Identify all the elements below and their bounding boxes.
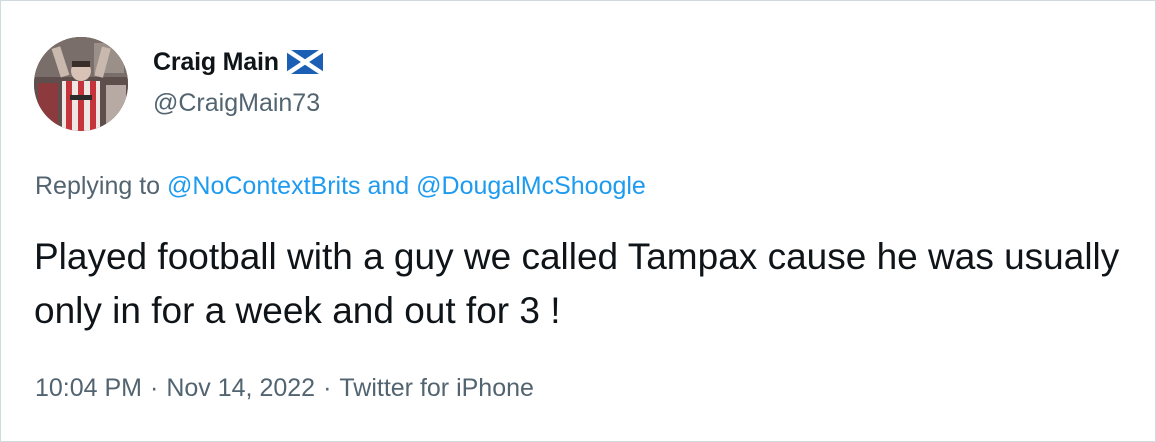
author-display-name[interactable]: Craig Main [153,48,279,77]
mention-nocontextbrits[interactable]: @NoContextBrits [167,172,361,200]
avatar-image [34,37,128,131]
avatar[interactable] [34,37,128,131]
author-name-row: Craig Main [153,46,325,78]
mention-dougalmcshoogle[interactable]: @DougalMcShoogle [416,172,646,200]
scotland-flag-icon [285,48,325,76]
tweet-time[interactable]: 10:04 PM [35,374,142,402]
replying-to-line: Replying to @NoContextBrits and @DougalM… [35,172,646,201]
tweet-date[interactable]: Nov 14, 2022 [166,374,315,402]
replying-to-label: Replying to [35,172,161,200]
author-handle[interactable]: @CraigMain73 [153,89,320,118]
meta-separator: · [323,374,332,402]
tweet-text: Played football with a guy we called Tam… [34,236,1120,331]
meta-separator: · [150,374,159,402]
tweet-source: Twitter for iPhone [339,374,534,402]
mention-joiner[interactable]: and [367,172,409,200]
tweet-meta: 10:04 PM · Nov 14, 2022 · Twitter for iPhone [35,374,534,403]
tweet-card: Craig Main @CraigMain73 Replying to @NoC… [0,0,1156,442]
